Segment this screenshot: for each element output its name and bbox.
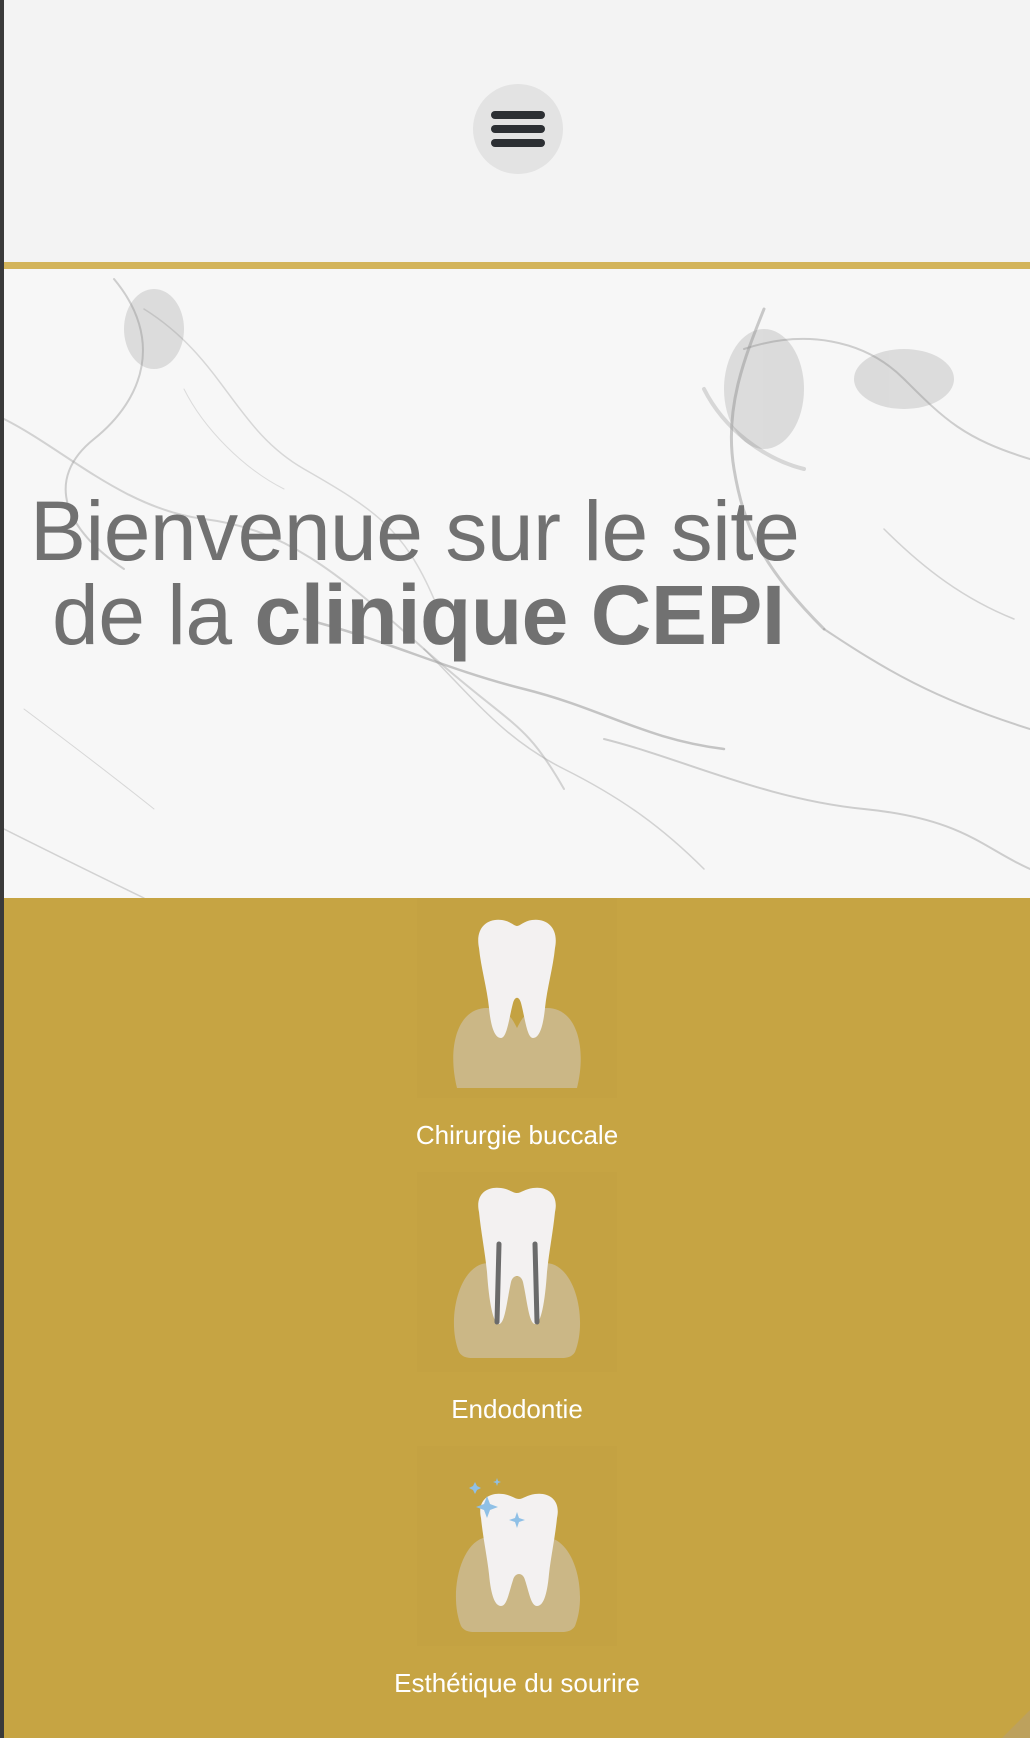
site-header (4, 0, 1030, 262)
service-oral-surgery[interactable]: Chirurgie buccale (416, 898, 618, 1150)
tooth-root-canal-icon (453, 1187, 581, 1358)
hero-title-prefix: de la (52, 568, 255, 662)
service-tile (417, 898, 617, 1098)
hero-title-line2: de la clinique CEPI (30, 573, 930, 657)
hero-title: Bienvenue sur le site de la clinique CEP… (30, 489, 930, 657)
hero-banner: Bienvenue sur le site de la clinique CEP… (4, 269, 1030, 898)
service-label[interactable]: Esthétique du sourire (317, 1668, 717, 1699)
service-tile (417, 1172, 617, 1372)
tooth-gum-surgery-icon (453, 919, 581, 1088)
services-section: Chirurgie buccale Endodontie Esthétique … (4, 898, 1030, 1738)
service-label[interactable]: Chirurgie buccale (317, 1120, 717, 1151)
resize-handle-icon (1002, 1710, 1030, 1738)
header-divider (4, 262, 1030, 269)
hero-title-line1: Bienvenue sur le site (30, 484, 800, 578)
service-tile (417, 1446, 617, 1646)
sparkling-tooth-icon (455, 1478, 581, 1632)
service-smile-aesthetics[interactable]: Esthétique du sourire (394, 1446, 640, 1698)
menu-button[interactable] (473, 84, 563, 174)
service-endodontics[interactable]: Endodontie (417, 1172, 617, 1424)
hero-title-clinic-name: clinique CEPI (254, 568, 786, 662)
service-label[interactable]: Endodontie (317, 1394, 717, 1425)
page-viewport: Bienvenue sur le site de la clinique CEP… (4, 0, 1030, 1738)
